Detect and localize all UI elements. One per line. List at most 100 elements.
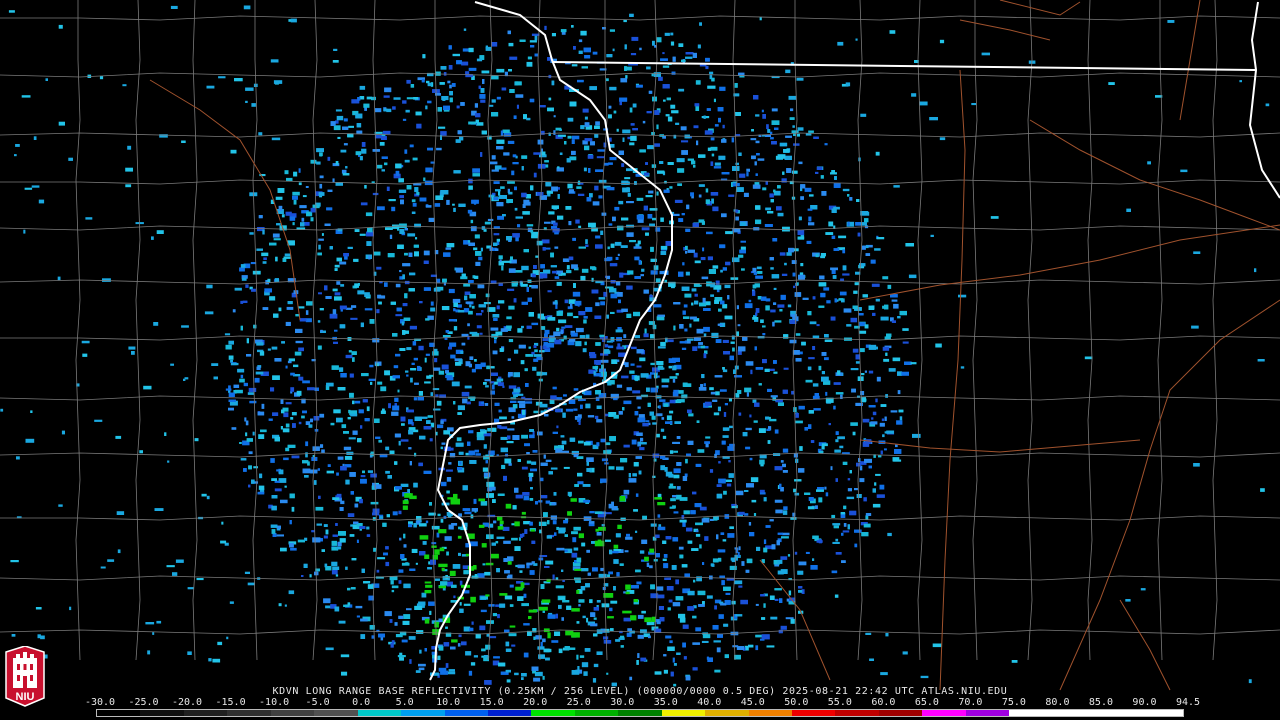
echo-pixel [615,533,621,538]
echo-pixel [771,108,778,112]
echo-pixel [758,428,766,433]
echo-pixel [618,299,621,304]
echo-pixel [556,425,559,429]
echo-pixel [678,218,684,222]
echo-pixel [440,518,444,523]
echo-pixel [818,305,825,308]
echo-pixel [585,239,588,244]
echo-pixel [635,569,641,573]
echo-pixel [428,601,435,606]
echo-pixel [639,550,645,554]
echo-pixel [544,221,551,224]
echo-pixel [759,459,765,465]
echo-pixel [798,561,807,566]
echo-pixel [412,157,418,161]
echo-pixel [710,518,714,521]
echo-pixel [262,261,267,264]
echo-pixel [807,208,813,211]
echo-pixel [298,306,305,309]
echo-pixel [552,431,558,434]
echo-pixel [657,526,666,531]
echo-pixel [686,204,690,210]
echo-pixel [537,646,545,650]
echo-pixel [443,642,450,647]
echo-pixel [415,562,418,565]
echo-pixel [634,256,640,261]
echo-pixel [824,143,828,146]
echo-pixel [374,418,380,423]
echo-pixel [507,574,513,579]
echo-pixel [673,302,681,305]
echo-pixel [812,558,815,561]
echo-pixel [643,205,648,211]
echo-pixel [702,247,705,252]
echo-pixel [795,333,801,336]
echo-pixel [470,219,474,224]
echo-pixel [237,368,245,373]
echo-pixel [782,389,788,394]
echo-pixel [411,199,416,203]
echo-pixel [573,547,579,551]
echo-pixel [596,629,603,634]
echo-pixel [507,30,511,35]
echo-pixel [493,197,499,201]
echo-pixel [828,423,831,426]
echo-pixel [552,520,557,525]
echo-pixel [831,514,836,518]
echo-pixel [385,470,390,474]
echo-pixel [493,181,500,184]
echo-pixel [685,228,691,232]
echo-pixel [824,334,829,338]
echo-pixel [547,520,550,525]
echo-pixel [278,205,283,211]
echo-pixel [564,549,568,552]
echo-pixel [356,539,359,543]
echo-pixel [631,346,637,350]
echo-pixel [429,438,433,442]
echo-pixel [505,669,511,673]
echo-pixel [540,641,543,647]
echo-pixel [437,655,441,660]
echo-pixel [594,125,600,129]
echo-pixel [771,544,776,550]
echo-pixel [776,540,780,546]
echo-pixel [588,168,591,173]
echo-pixel [313,416,320,421]
echo-pixel [426,420,431,424]
echo-pixel [754,402,760,407]
echo-pixel [259,351,265,356]
echo-pixel [713,412,720,416]
echo-pixel [470,226,477,232]
echo-pixel [506,236,512,241]
echo-pixel [449,97,453,103]
echo-pixel [239,442,242,444]
echo-pixel [446,199,450,205]
echo-pixel [662,435,667,439]
echo-pixel [453,326,458,331]
echo-pixel [493,318,498,321]
echo-pixel [502,129,510,133]
echo-pixel [728,460,731,463]
echo-pixel [656,191,659,196]
echo-pixel [475,453,481,456]
echo-pixel [681,515,685,519]
echo-pixel [310,217,314,222]
echo-pixel [481,648,486,652]
echo-pixel [561,440,567,445]
echo-pixel [499,195,507,199]
echo-pixel [541,239,550,244]
echo-pixel [503,152,510,156]
echo-pixel [408,429,414,435]
echo-pixel [523,652,529,658]
echo-pixel [228,385,231,389]
echo-pixel [291,412,297,416]
echo-pixel [620,458,628,463]
echo-pixel [773,302,777,305]
echo-pixel [584,116,588,120]
echo-pixel [371,96,376,101]
echo-pixel [523,199,530,205]
echo-pixel [443,105,450,111]
echo-pixel [564,325,573,328]
echo-pixel [806,240,812,244]
echo-pixel [779,598,783,603]
